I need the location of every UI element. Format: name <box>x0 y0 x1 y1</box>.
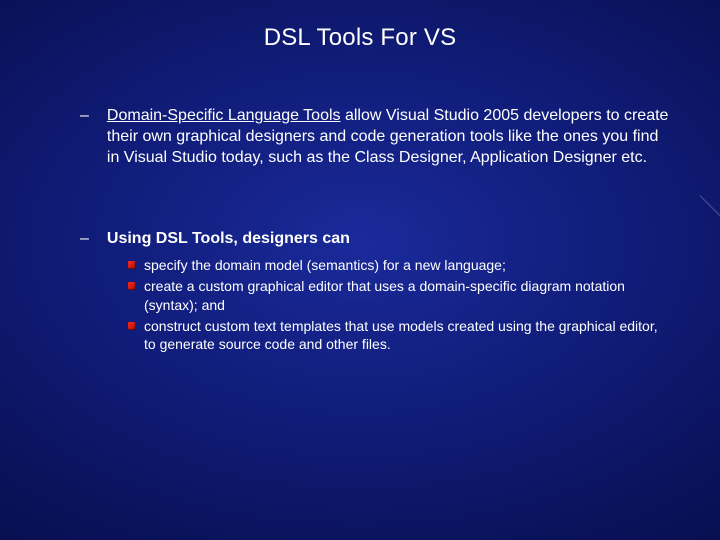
list-item: create a custom graphical editor that us… <box>128 277 670 315</box>
bullet-level1-item-1: – Domain-Specific Language Tools allow V… <box>80 105 670 168</box>
subitem-text: construct custom text templates that use… <box>144 317 670 355</box>
list-item: specify the domain model (semantics) for… <box>128 256 670 275</box>
slide: DSL Tools For VS – Domain-Specific Langu… <box>0 0 720 540</box>
paragraph-2: Using DSL Tools, designers can <box>107 228 350 250</box>
sublist: specify the domain model (semantics) for… <box>128 256 670 354</box>
slide-title: DSL Tools For VS <box>0 24 720 52</box>
bullet-level1-item-2: – Using DSL Tools, designers can <box>80 228 670 250</box>
dsl-tools-link[interactable]: Domain-Specific Language Tools <box>107 107 341 124</box>
square-bullet-icon <box>128 261 136 269</box>
dash-bullet: – <box>80 228 89 250</box>
paragraph-1: Domain-Specific Language Tools allow Vis… <box>107 105 670 168</box>
square-bullet-icon <box>128 282 136 290</box>
list-item: construct custom text templates that use… <box>128 317 670 355</box>
subitem-text: specify the domain model (semantics) for… <box>144 256 506 275</box>
slide-body: – Domain-Specific Language Tools allow V… <box>80 105 670 356</box>
dash-bullet: – <box>80 105 89 168</box>
subitem-text: create a custom graphical editor that us… <box>144 277 670 315</box>
square-bullet-icon <box>128 322 136 330</box>
